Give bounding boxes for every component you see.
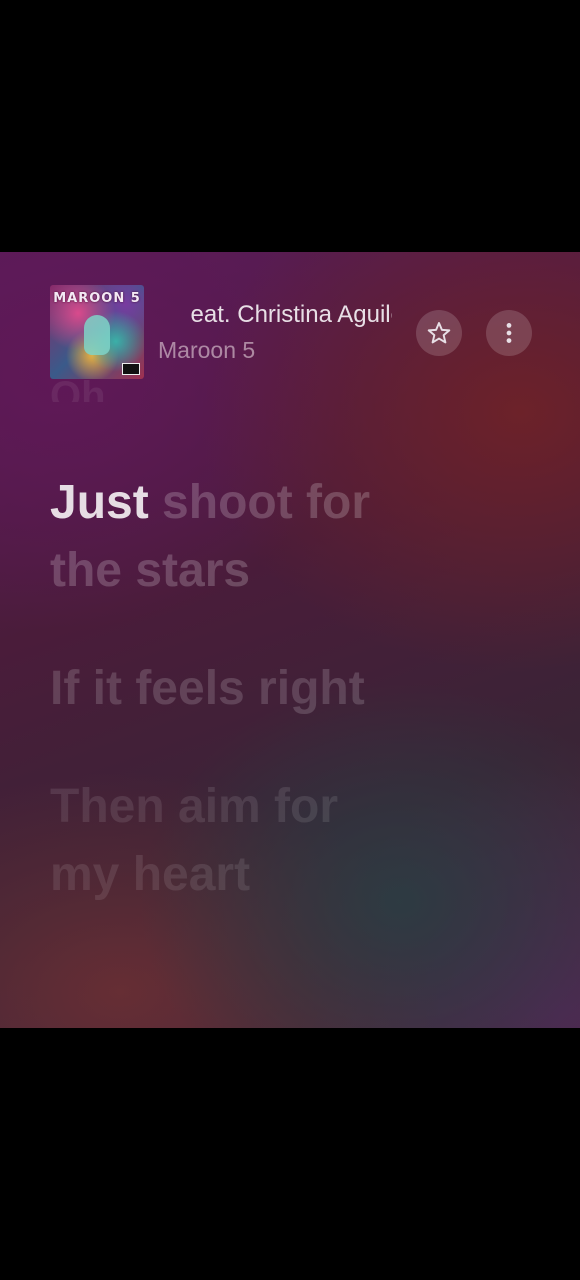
- sung-word: Just: [50, 476, 149, 529]
- album-art[interactable]: MAROON 5: [50, 285, 144, 379]
- more-vertical-icon: [506, 323, 512, 343]
- explicit-badge: [122, 363, 140, 375]
- album-art-text: MAROON 5: [53, 291, 141, 306]
- star-outline-icon: [427, 322, 451, 344]
- song-title: eat. Christina Aguile: [190, 301, 392, 328]
- favorite-button[interactable]: [416, 310, 462, 356]
- lyrics-player: MAROON 5 eat. Christina Aguile Maroon 5 …: [0, 252, 580, 1028]
- next-lyric-line[interactable]: If it feels right: [50, 656, 365, 722]
- artist-name[interactable]: Maroon 5: [158, 334, 255, 366]
- song-title-marquee[interactable]: eat. Christina Aguile: [158, 298, 392, 332]
- previous-lyric-fragment: Oh: [50, 376, 106, 402]
- album-art-figure: [84, 315, 110, 355]
- upcoming-words: shoot for: [162, 476, 371, 529]
- more-options-button[interactable]: [486, 310, 532, 356]
- next-lyric-line-2[interactable]: Then aim for: [50, 774, 338, 840]
- current-lyric-line[interactable]: Just shoot for: [50, 470, 370, 536]
- current-lyric-line-row2[interactable]: the stars: [50, 538, 250, 604]
- next-lyric-line-2-row2[interactable]: my heart: [50, 842, 250, 908]
